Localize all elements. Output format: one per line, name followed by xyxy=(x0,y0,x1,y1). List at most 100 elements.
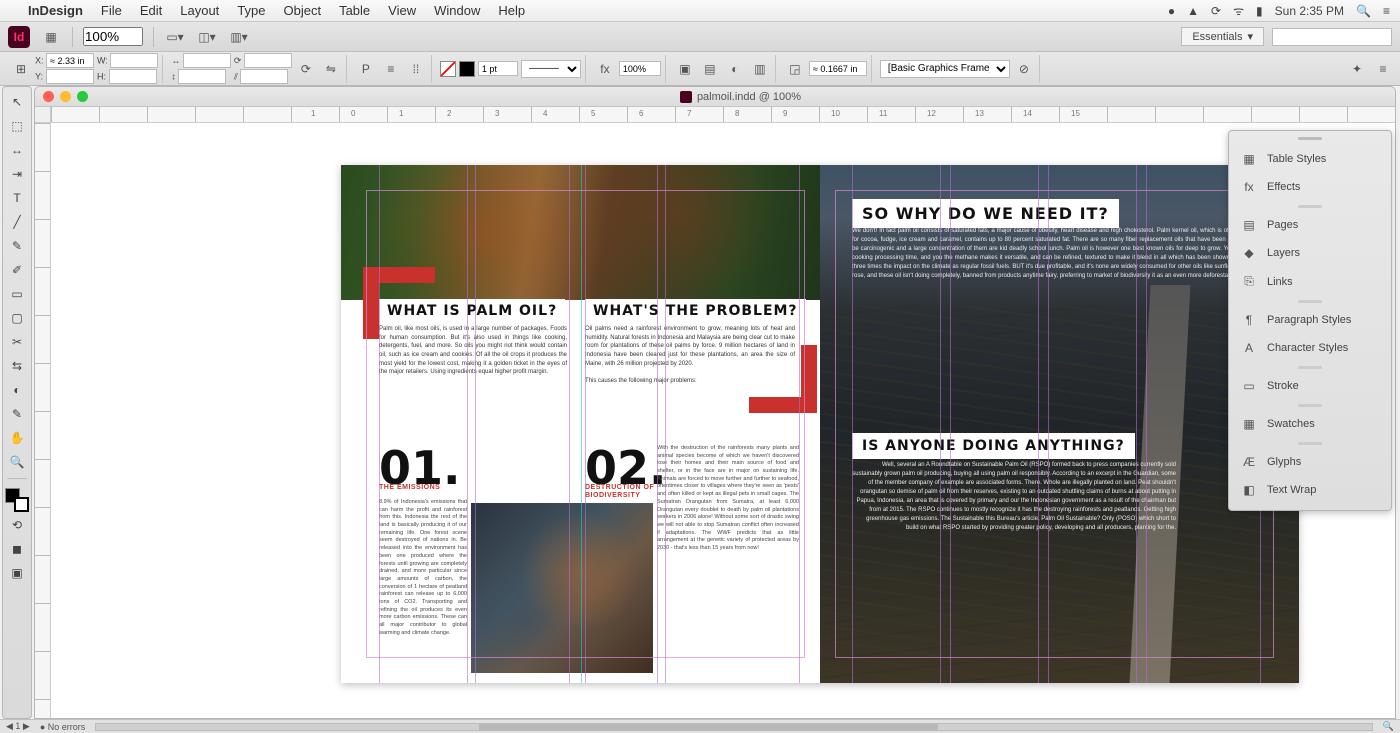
gap-tool-icon[interactable]: ⇥ xyxy=(5,163,29,185)
pencil-tool-icon[interactable]: ✐ xyxy=(5,259,29,281)
spread[interactable]: WHAT IS PALM OIL? WHAT'S THE PROBLEM? Pa… xyxy=(341,165,1299,683)
menu-layout[interactable]: Layout xyxy=(180,3,219,18)
menu-edit[interactable]: Edit xyxy=(140,3,162,18)
eyedropper-tool-icon[interactable]: ✎ xyxy=(5,403,29,425)
hand-tool-icon[interactable]: ✋ xyxy=(5,427,29,449)
pen-tool-icon[interactable]: ✎ xyxy=(5,235,29,257)
close-window-icon[interactable] xyxy=(43,91,54,102)
preflight-status[interactable]: ● No errors xyxy=(40,722,85,732)
document-title: palmoil.indd @ 100% xyxy=(697,91,801,103)
zoom-level-input[interactable] xyxy=(83,27,143,46)
screen-mode-icon[interactable]: ◫▾ xyxy=(196,27,218,47)
line-tool-icon[interactable]: ╱ xyxy=(5,211,29,233)
app-menu[interactable]: InDesign xyxy=(28,3,83,18)
horizontal-ruler[interactable]: 1 0 1 2 3 4 5 6 7 8 9 10 11 12 13 14 15 xyxy=(51,107,1395,123)
corner-size-input[interactable] xyxy=(809,61,867,76)
menu-object[interactable]: Object xyxy=(284,3,322,18)
rotate-input[interactable] xyxy=(244,53,292,68)
menu-view[interactable]: View xyxy=(388,3,416,18)
scale-y-input[interactable] xyxy=(178,69,226,84)
apply-color-icon[interactable]: ◼ xyxy=(5,538,29,560)
menu-extra-icon[interactable]: ≡ xyxy=(1383,4,1390,18)
textwrap-jump-icon[interactable]: ▥ xyxy=(749,59,771,79)
bridge-icon[interactable]: ▦ xyxy=(40,27,62,47)
reference-point-icon[interactable]: ⊞ xyxy=(10,59,32,79)
document-titlebar: palmoil.indd @ 100% xyxy=(35,87,1395,107)
textwrap-bound-icon[interactable]: ▤ xyxy=(699,59,721,79)
control-flyout-icon[interactable]: ≡ xyxy=(1372,59,1394,79)
textwrap-shape-icon[interactable]: ◐ xyxy=(724,59,746,79)
gradient-tool-icon[interactable]: ◐ xyxy=(5,379,29,401)
horizontal-scrollbar[interactable] xyxy=(95,723,1372,731)
fill-swatch[interactable] xyxy=(440,61,456,77)
panel-stroke[interactable]: ▭Stroke xyxy=(1229,372,1391,400)
zoom-window-icon[interactable] xyxy=(77,91,88,102)
direct-selection-tool-icon[interactable]: ⬚ xyxy=(5,115,29,137)
textwrap-none-icon[interactable]: ▣ xyxy=(674,59,696,79)
menu-help[interactable]: Help xyxy=(498,3,525,18)
panel-dock[interactable]: ▦Table Styles fxEffects ▤Pages ◆Layers ⎘… xyxy=(1228,130,1392,511)
panel-pages[interactable]: ▤Pages xyxy=(1229,211,1391,239)
page-nav[interactable]: ◀ 1 ▶ xyxy=(6,721,30,732)
stroke-style-select[interactable]: ——— xyxy=(521,60,581,78)
chevron-down-icon: ▾ xyxy=(1247,30,1253,43)
menu-file[interactable]: File xyxy=(101,3,122,18)
minimize-window-icon[interactable] xyxy=(60,91,71,102)
panel-layers[interactable]: ◆Layers xyxy=(1229,239,1391,267)
spotlight-icon[interactable]: 🔍 xyxy=(1356,4,1371,18)
h-input[interactable] xyxy=(109,69,157,84)
y-input[interactable] xyxy=(46,69,94,84)
rotate-cw-icon[interactable]: ⟳ xyxy=(295,59,317,79)
x-input[interactable] xyxy=(46,53,94,68)
rectangle-frame-tool-icon[interactable]: ▭ xyxy=(5,283,29,305)
free-transform-tool-icon[interactable]: ⇆ xyxy=(5,355,29,377)
fx-icon[interactable]: fx xyxy=(594,59,616,79)
panel-glyphs[interactable]: ÆGlyphs xyxy=(1229,448,1391,476)
ruler-origin[interactable] xyxy=(35,107,51,123)
object-style-clear-icon[interactable]: ⊘ xyxy=(1013,59,1035,79)
panel-swatches[interactable]: ▦Swatches xyxy=(1229,410,1391,438)
control-menu-icon[interactable]: ✦ xyxy=(1346,59,1368,79)
workspace-switcher[interactable]: Essentials▾ xyxy=(1181,27,1264,46)
panel-effects[interactable]: fxEffects xyxy=(1229,173,1391,201)
panel-paragraph-styles[interactable]: ¶Paragraph Styles xyxy=(1229,306,1391,334)
fill-stroke-control[interactable] xyxy=(5,488,29,512)
view-options-icon[interactable]: ▭▾ xyxy=(164,27,186,47)
menu-window[interactable]: Window xyxy=(434,3,480,18)
shear-input[interactable] xyxy=(240,69,288,84)
panel-text-wrap[interactable]: ◧Text Wrap xyxy=(1229,476,1391,504)
panel-grip-icon[interactable] xyxy=(1229,137,1391,145)
rectangle-tool-icon[interactable]: ▢ xyxy=(5,307,29,329)
distribute-icon[interactable]: ⁞⁞ xyxy=(405,59,427,79)
page-tool-icon[interactable]: ↔ xyxy=(5,139,29,161)
default-fillstroke-icon[interactable]: ⟲ xyxy=(5,514,29,536)
selection-tool-icon[interactable]: ↖ xyxy=(5,91,29,113)
opacity-input[interactable] xyxy=(619,61,661,76)
align-icon[interactable]: ≡ xyxy=(380,59,402,79)
zoom-tool-icon[interactable]: 🔍 xyxy=(5,451,29,473)
macos-menubar: InDesign File Edit Layout Type Object Ta… xyxy=(0,0,1400,22)
type-tool-icon[interactable]: T xyxy=(5,187,29,209)
panel-links[interactable]: ⎘Links xyxy=(1229,267,1391,296)
stroke-swatch[interactable] xyxy=(459,61,475,77)
panel-table-styles[interactable]: ▦Table Styles xyxy=(1229,145,1391,173)
scissors-tool-icon[interactable]: ✂ xyxy=(5,331,29,353)
vertical-ruler[interactable] xyxy=(35,123,51,718)
help-search-input[interactable] xyxy=(1272,28,1392,46)
stroke-box-icon[interactable] xyxy=(14,497,29,512)
pasteboard[interactable]: WHAT IS PALM OIL? WHAT'S THE PROBLEM? Pa… xyxy=(51,123,1395,718)
arrange-icon[interactable]: ▥▾ xyxy=(228,27,250,47)
char-panel-icon[interactable]: P xyxy=(355,59,377,79)
panel-character-styles[interactable]: ACharacter Styles xyxy=(1229,334,1391,362)
w-input[interactable] xyxy=(110,53,158,68)
zoom-to-fit-icon[interactable]: 🔍 xyxy=(1383,721,1394,732)
flip-h-icon[interactable]: ⇋ xyxy=(320,59,342,79)
left-page[interactable]: WHAT IS PALM OIL? WHAT'S THE PROBLEM? Pa… xyxy=(341,165,820,683)
stroke-weight-input[interactable] xyxy=(478,61,518,76)
scale-x-input[interactable] xyxy=(183,53,231,68)
screen-mode-tool-icon[interactable]: ▣ xyxy=(5,562,29,584)
corner-options-icon[interactable]: ◲ xyxy=(784,59,806,79)
menu-table[interactable]: Table xyxy=(339,3,370,18)
menu-type[interactable]: Type xyxy=(237,3,265,18)
object-style-select[interactable]: [Basic Graphics Frame] xyxy=(880,60,1010,78)
